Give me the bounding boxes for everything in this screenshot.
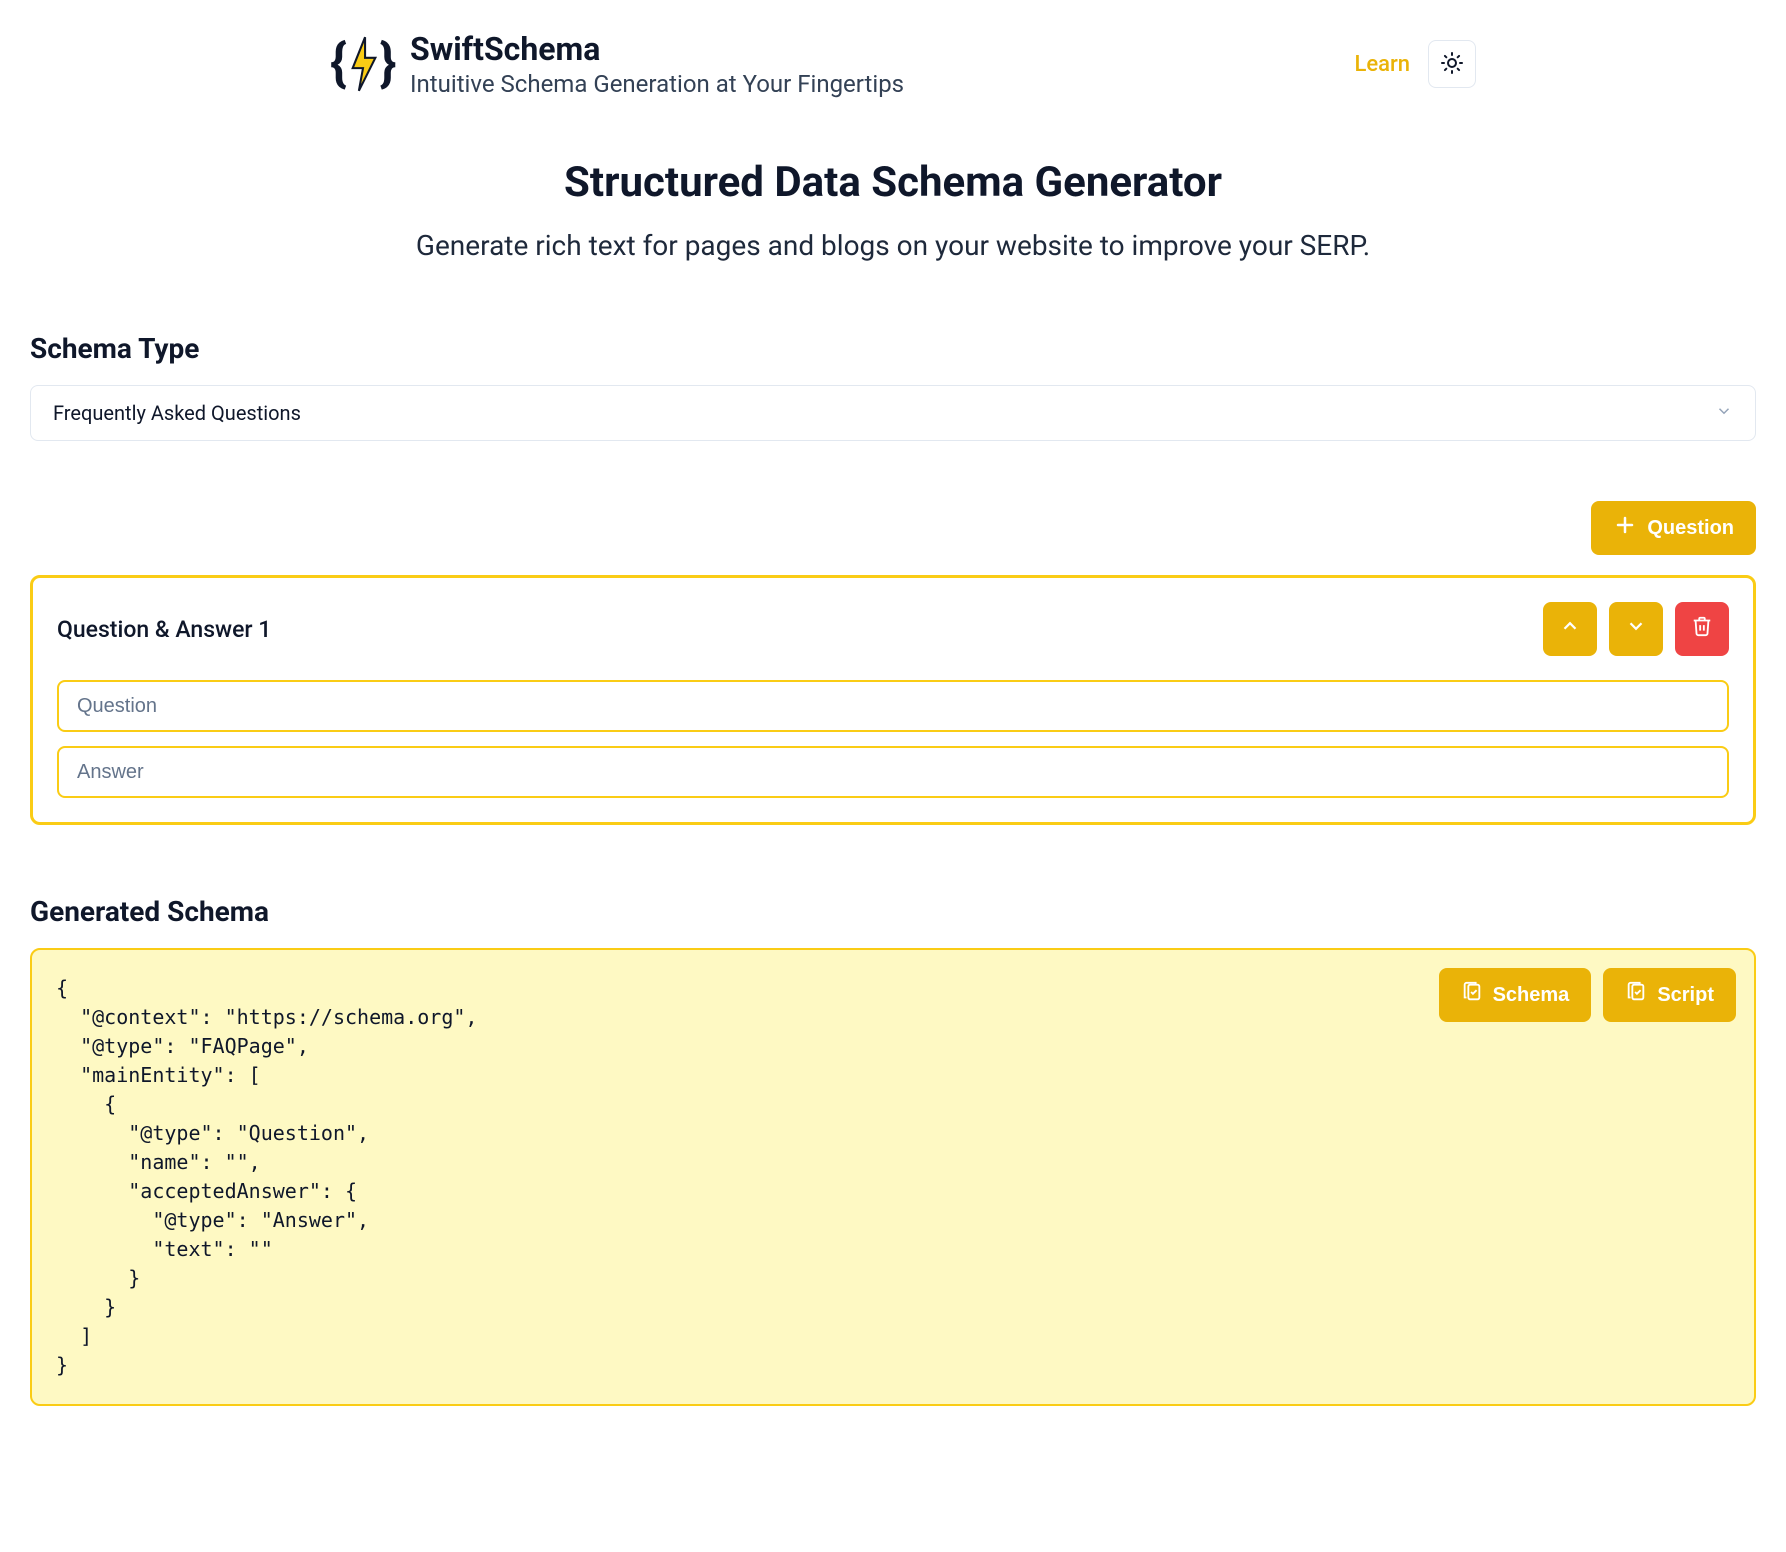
copy-schema-label: Schema bbox=[1493, 984, 1570, 1007]
qa-title: Question & Answer 1 bbox=[57, 616, 271, 643]
svg-text:{: { bbox=[330, 33, 347, 94]
qa-actions bbox=[1543, 602, 1729, 656]
move-up-button[interactable] bbox=[1543, 602, 1597, 656]
logo-icon: { } bbox=[330, 31, 396, 97]
brand-title: SwiftSchema bbox=[410, 30, 904, 68]
clipboard-icon bbox=[1625, 981, 1647, 1009]
chevron-down-icon bbox=[1715, 401, 1733, 425]
clipboard-icon bbox=[1461, 981, 1483, 1009]
qa-head: Question & Answer 1 bbox=[57, 602, 1729, 656]
hero: Structured Data Schema Generator Generat… bbox=[30, 158, 1756, 262]
add-question-button[interactable]: Question bbox=[1591, 501, 1756, 555]
delete-button[interactable] bbox=[1675, 602, 1729, 656]
generated-schema-code: { "@context": "https://schema.org", "@ty… bbox=[56, 974, 1730, 1380]
schema-type-selected: Frequently Asked Questions bbox=[53, 401, 301, 425]
move-down-button[interactable] bbox=[1609, 602, 1663, 656]
page-title: Structured Data Schema Generator bbox=[30, 158, 1756, 207]
app-header: { } SwiftSchema Intuitive Schema Generat… bbox=[30, 30, 1756, 98]
brand: { } SwiftSchema Intuitive Schema Generat… bbox=[330, 30, 904, 98]
page-subtitle: Generate rich text for pages and blogs o… bbox=[30, 229, 1756, 262]
theme-toggle-button[interactable] bbox=[1428, 40, 1476, 88]
generated-schema-section: Generated Schema Schema bbox=[30, 895, 1756, 1406]
code-actions: Schema Script bbox=[1439, 968, 1736, 1022]
qa-card: Question & Answer 1 bbox=[30, 575, 1756, 825]
header-actions: Learn bbox=[1354, 40, 1476, 88]
copy-script-button[interactable]: Script bbox=[1603, 968, 1736, 1022]
schema-type-select[interactable]: Frequently Asked Questions bbox=[30, 385, 1756, 441]
generated-schema-label: Generated Schema bbox=[30, 895, 1756, 928]
add-question-row: Question bbox=[30, 501, 1756, 555]
schema-type-label: Schema Type bbox=[30, 332, 1756, 365]
schema-type-section: Schema Type Frequently Asked Questions bbox=[30, 332, 1756, 441]
copy-script-label: Script bbox=[1657, 984, 1714, 1007]
chevron-up-icon bbox=[1559, 615, 1581, 643]
brand-subtitle: Intuitive Schema Generation at Your Fing… bbox=[410, 70, 904, 98]
copy-schema-button[interactable]: Schema bbox=[1439, 968, 1592, 1022]
sun-icon bbox=[1440, 51, 1464, 78]
svg-text:}: } bbox=[380, 33, 397, 94]
add-question-label: Question bbox=[1647, 517, 1734, 540]
question-input[interactable] bbox=[57, 680, 1729, 732]
learn-link[interactable]: Learn bbox=[1354, 52, 1410, 77]
generated-schema-card: Schema Script { "@context": "https://sch… bbox=[30, 948, 1756, 1406]
chevron-down-icon bbox=[1625, 615, 1647, 643]
brand-text: SwiftSchema Intuitive Schema Generation … bbox=[410, 30, 904, 98]
answer-input[interactable] bbox=[57, 746, 1729, 798]
trash-icon bbox=[1691, 615, 1713, 643]
plus-icon bbox=[1613, 513, 1637, 543]
